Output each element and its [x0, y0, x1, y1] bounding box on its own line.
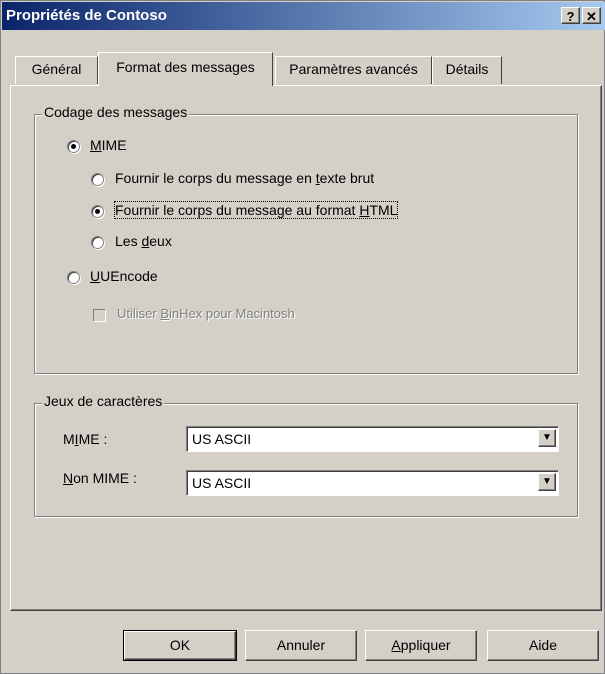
help-icon: ?	[566, 9, 575, 24]
help-button[interactable]: ?	[561, 7, 580, 24]
mime-label[interactable]: MIME	[90, 137, 127, 153]
binhex-label: Utiliser BinHex pour Macintosh	[117, 306, 295, 321]
uuencode-label[interactable]: UUEncode	[90, 268, 158, 284]
mime-charset-value: US ASCII	[192, 431, 252, 447]
tab-advanced-settings[interactable]: Paramètres avancés	[275, 56, 432, 84]
title-bar[interactable]: Propriétés de Contoso ? ✕	[2, 2, 605, 30]
both-label[interactable]: Les deux	[115, 233, 172, 249]
cancel-button[interactable]: Annuler	[245, 630, 357, 661]
non-mime-charset-select[interactable]: US ASCII ▼	[186, 470, 559, 496]
non-mime-charset-value: US ASCII	[192, 475, 252, 491]
binhex-checkbox[interactable]	[93, 309, 106, 322]
apply-button[interactable]: Appliquer	[365, 630, 477, 661]
ok-button[interactable]: OK	[123, 630, 237, 661]
tab-message-format[interactable]: Format des messages	[98, 52, 273, 86]
chevron-down-icon[interactable]: ▼	[538, 473, 556, 491]
tab-general[interactable]: Général	[15, 56, 98, 84]
dialog-window: Propriétés de Contoso ? ✕ Général Format…	[0, 0, 605, 674]
help-dialog-button[interactable]: Aide	[487, 630, 599, 661]
both-radio[interactable]	[91, 236, 104, 249]
tab-details[interactable]: Détails	[432, 56, 502, 84]
charset-legend: Jeux de caractères	[42, 393, 165, 409]
charset-group	[34, 403, 578, 517]
chevron-down-icon[interactable]: ▼	[538, 429, 556, 447]
mime-charset-select[interactable]: US ASCII ▼	[186, 426, 559, 452]
plain-text-radio[interactable]	[91, 173, 104, 186]
close-icon: ✕	[586, 9, 597, 24]
mime-radio[interactable]	[67, 140, 80, 153]
window-title: Propriétés de Contoso	[6, 7, 167, 24]
message-encoding-legend: Codage des messages	[42, 104, 190, 120]
close-button[interactable]: ✕	[582, 7, 601, 24]
mime-charset-label: MIME :	[63, 431, 108, 447]
non-mime-charset-label: Non MIME :	[63, 470, 137, 486]
html-format-radio[interactable]	[91, 205, 104, 218]
uuencode-radio[interactable]	[67, 271, 80, 284]
html-format-label[interactable]: Fournir le corps du message au format HT…	[113, 201, 399, 219]
plain-text-label[interactable]: Fournir le corps du message en texte bru…	[115, 170, 374, 186]
